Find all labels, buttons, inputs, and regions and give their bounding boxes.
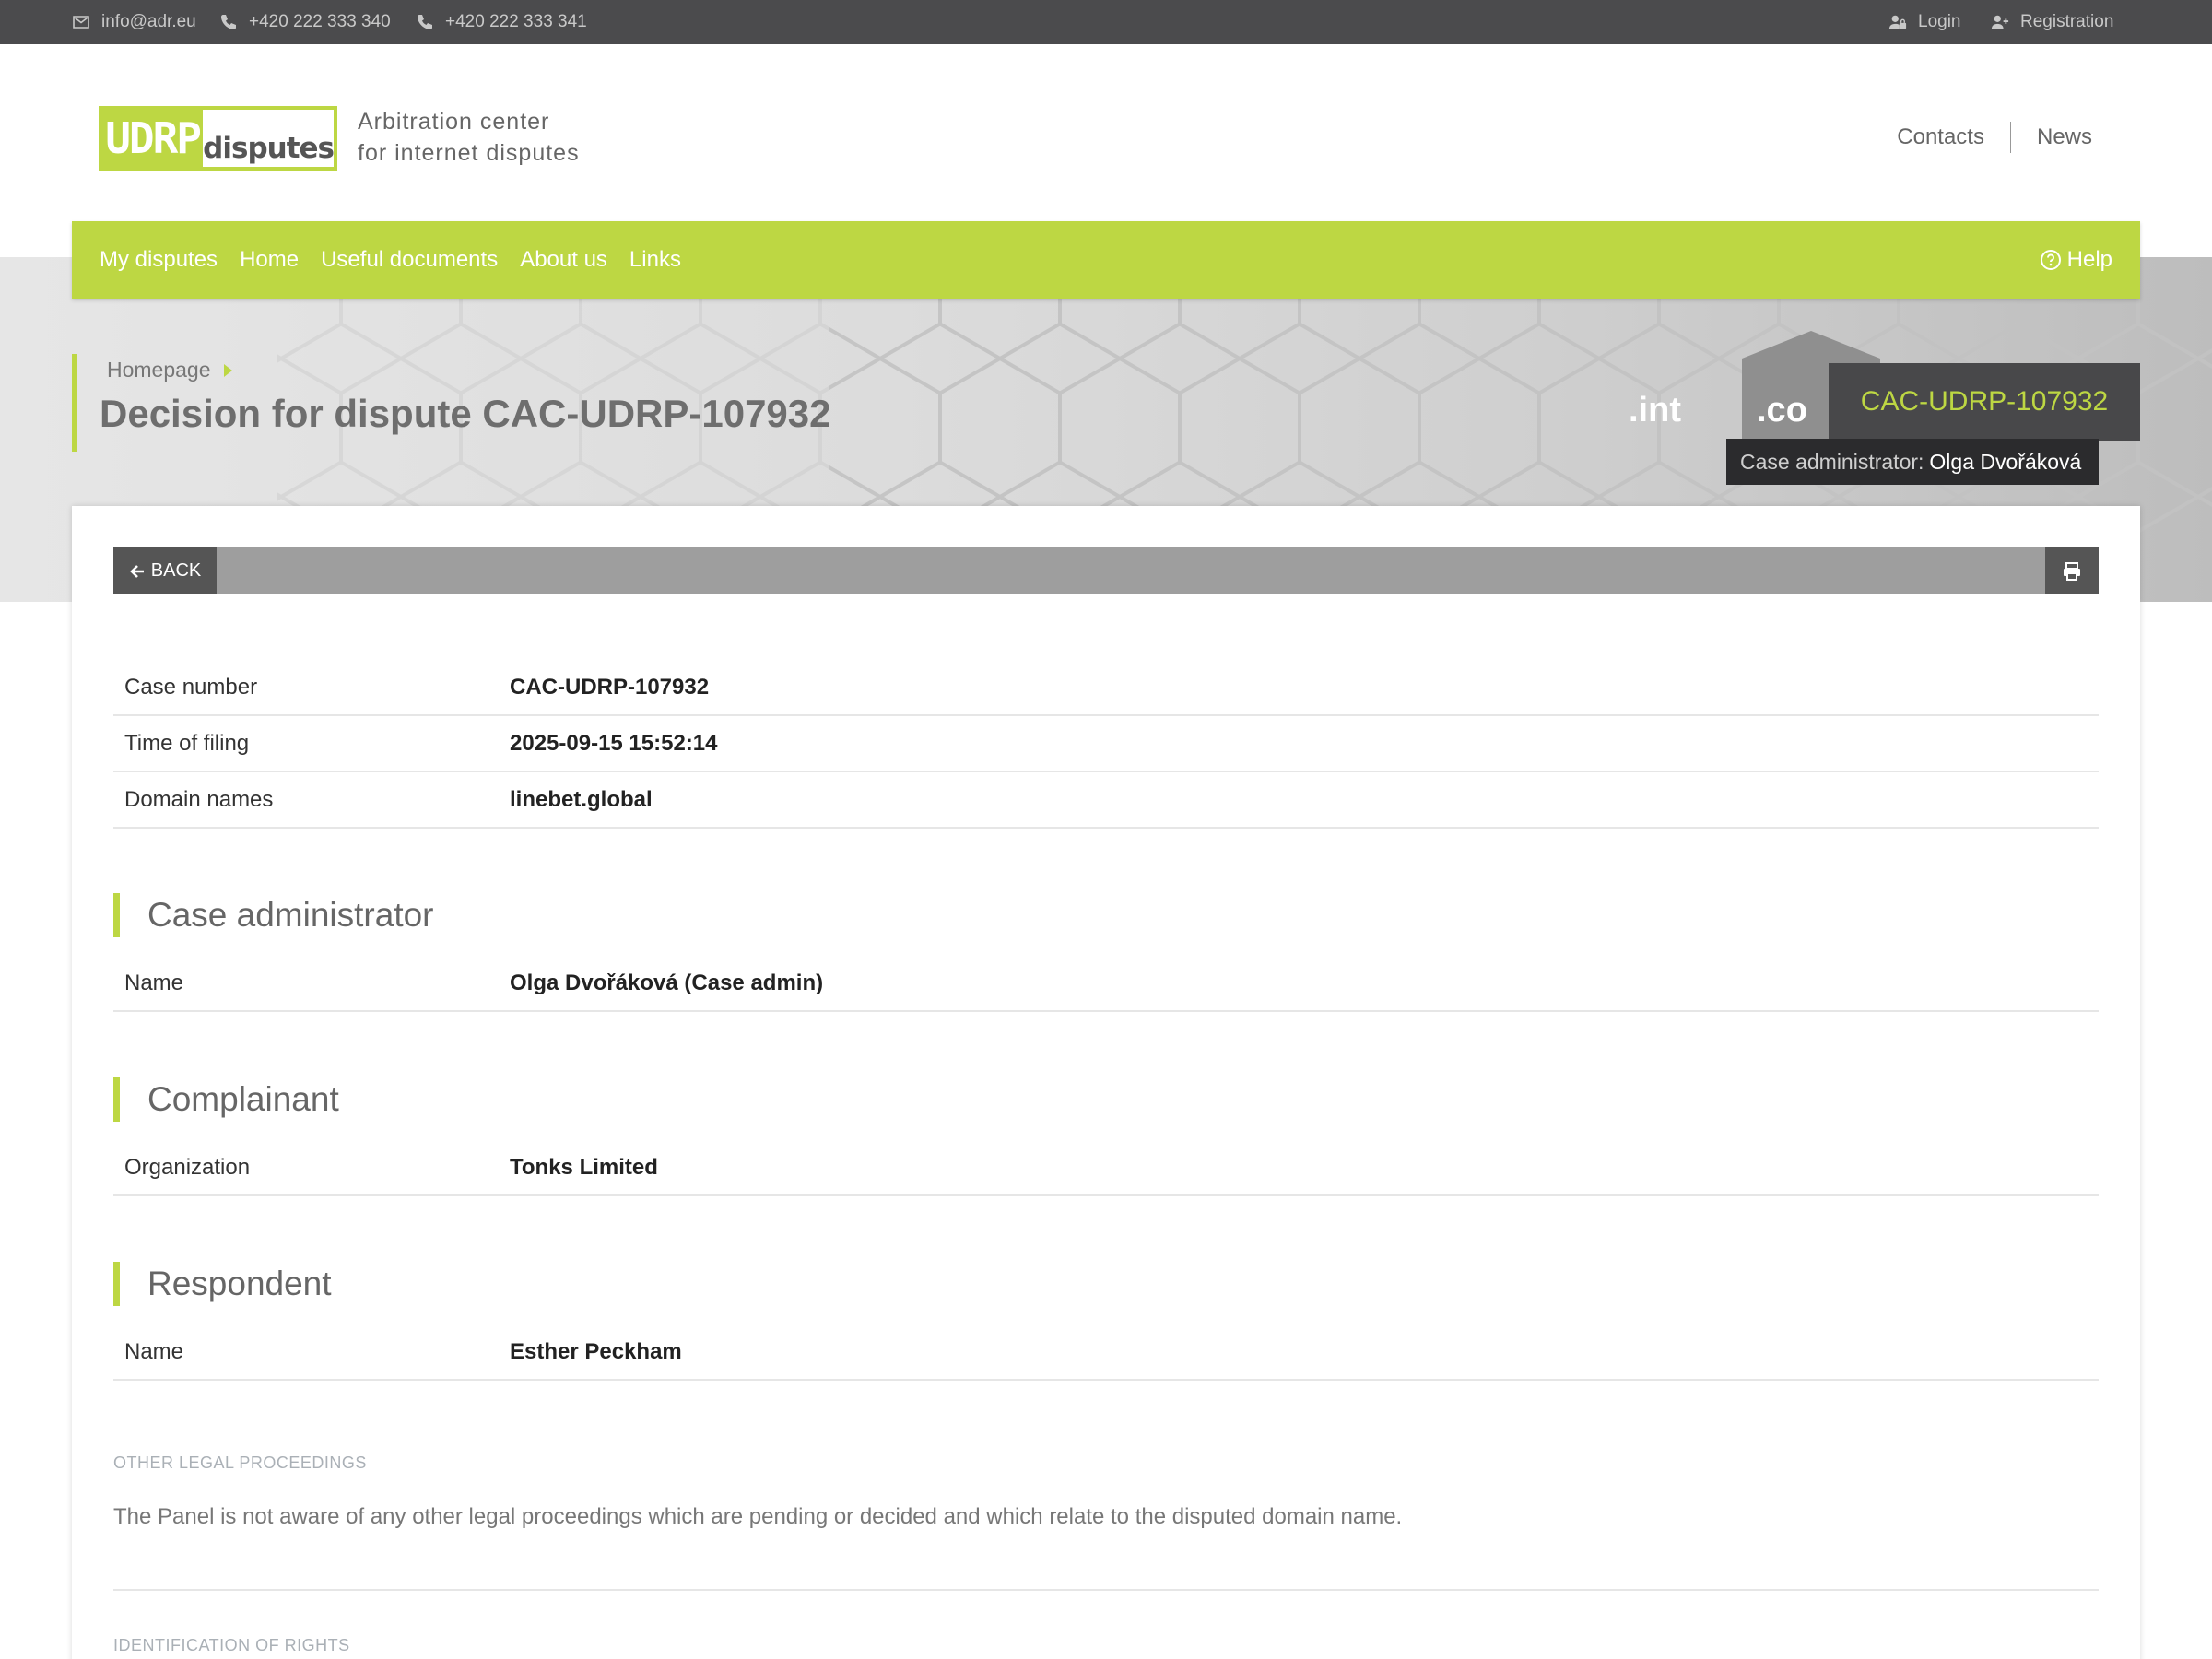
registration-link[interactable]: Registration xyxy=(1991,0,2113,44)
complainant-table: Organization Tonks Limited xyxy=(113,1140,2099,1196)
table-row: Time of filing 2025-09-15 15:52:14 xyxy=(113,716,2099,772)
time-of-filing-value: 2025-09-15 15:52:14 xyxy=(510,730,718,756)
hero-int-label: .int xyxy=(1629,391,1681,429)
case-admin-label: Case administrator: xyxy=(1740,449,1924,474)
case-admin-box: Case administrator: Olga Dvořáková xyxy=(1726,439,2099,485)
back-button[interactable]: BACK xyxy=(113,547,217,594)
registration-text: Registration xyxy=(2020,12,2114,31)
help-label: Help xyxy=(2066,247,2112,272)
logo-udrp-text: UDRP xyxy=(105,113,202,163)
organization-value: Tonks Limited xyxy=(510,1154,658,1180)
back-label: BACK xyxy=(150,560,202,581)
site-tagline: Arbitration center for internet disputes xyxy=(358,106,580,169)
phone2-link[interactable]: +420 222 333 341 xyxy=(416,0,587,44)
header-links: Contacts News xyxy=(1897,122,2092,153)
nav-home[interactable]: Home xyxy=(240,247,299,273)
login-text: Login xyxy=(1918,12,1961,31)
table-row: Organization Tonks Limited xyxy=(113,1140,2099,1196)
logo-disputes-text: disputes xyxy=(203,110,335,167)
time-of-filing-label: Time of filing xyxy=(124,730,250,756)
respondent-name-value: Esther Peckham xyxy=(510,1338,682,1364)
hero-com-label: .co xyxy=(1757,391,1807,429)
caret-right-icon xyxy=(223,363,232,377)
tagline-line1: Arbitration center xyxy=(358,109,550,135)
section-divider xyxy=(113,1589,2099,1591)
nav-my-disputes[interactable]: My disputes xyxy=(100,247,218,273)
page-title: Decision for dispute CAC-UDRP-107932 xyxy=(100,392,831,435)
tagline-line2: for internet disputes xyxy=(358,140,580,166)
envelope-icon xyxy=(73,16,89,29)
breadcrumb-homepage[interactable]: Homepage xyxy=(107,358,211,382)
print-button[interactable] xyxy=(2045,547,2099,594)
respondent-heading: Respondent xyxy=(113,1262,332,1306)
table-row: Name Olga Dvořáková (Case admin) xyxy=(113,956,2099,1012)
nav-links[interactable]: Links xyxy=(629,247,681,273)
respondent-name-label: Name xyxy=(124,1338,184,1364)
nav-about-us[interactable]: About us xyxy=(520,247,607,273)
admin-name-label: Name xyxy=(124,970,184,995)
contacts-link[interactable]: Contacts xyxy=(1897,124,1984,150)
news-link[interactable]: News xyxy=(2037,124,2092,150)
table-row: Domain names linebet.global xyxy=(113,772,2099,829)
main-nav: My disputes Home Useful documents About … xyxy=(72,221,2140,299)
login-link[interactable]: Login xyxy=(1888,0,1961,44)
domain-names-value: linebet.global xyxy=(510,786,653,812)
help-link[interactable]: Help xyxy=(2040,247,2112,273)
breadcrumb: Homepage xyxy=(107,358,831,382)
case-number-value: CAC-UDRP-107932 xyxy=(510,674,710,700)
phone1-link[interactable]: +420 222 333 340 xyxy=(219,0,391,44)
case-administrator-table: Name Olga Dvořáková (Case admin) xyxy=(113,956,2099,1012)
user-lock-icon xyxy=(1888,15,1907,29)
complainant-heading: Complainant xyxy=(113,1077,339,1122)
case-number-badge: CAC-UDRP-107932 xyxy=(1829,363,2140,441)
header-link-divider xyxy=(2009,122,2011,153)
page-heading: Homepage Decision for dispute CAC-UDRP-1… xyxy=(72,354,831,452)
table-row: Name Esther Peckham xyxy=(113,1324,2099,1381)
email-text: info@adr.eu xyxy=(101,12,196,31)
identification-of-rights-heading: IDENTIFICATION OF RIGHTS xyxy=(113,1636,350,1654)
arrow-left-icon xyxy=(129,564,144,578)
user-plus-icon xyxy=(1991,15,2009,29)
udrp-logo[interactable]: UDRP disputes xyxy=(99,106,337,171)
email-link[interactable]: info@adr.eu xyxy=(72,0,196,44)
case-number-label: Case number xyxy=(124,674,258,700)
phone2-text: +420 222 333 341 xyxy=(445,12,587,31)
print-icon xyxy=(2064,561,2080,581)
organization-label: Organization xyxy=(124,1154,251,1180)
respondent-table: Name Esther Peckham xyxy=(113,1324,2099,1381)
action-toolbar: BACK xyxy=(113,547,2099,594)
phone-icon xyxy=(221,15,236,29)
nav-useful-documents[interactable]: Useful documents xyxy=(321,247,498,273)
phone1-text: +420 222 333 340 xyxy=(249,12,391,31)
question-circle-icon xyxy=(2040,250,2061,270)
admin-name-value: Olga Dvořáková (Case admin) xyxy=(510,970,824,995)
phone-icon xyxy=(418,15,432,29)
case-administrator-heading: Case administrator xyxy=(113,893,434,937)
domain-names-label: Domain names xyxy=(124,786,274,812)
other-legal-proceedings-heading: OTHER LEGAL PROCEEDINGS xyxy=(113,1453,367,1472)
table-row: Case number CAC-UDRP-107932 xyxy=(113,660,2099,716)
other-legal-proceedings-text: The Panel is not aware of any other lega… xyxy=(113,1504,1403,1529)
case-info-table: Case number CAC-UDRP-107932 Time of fili… xyxy=(113,660,2099,829)
content-card: BACK Case number CAC-UDRP-107932 Time of… xyxy=(72,506,2140,1659)
case-admin-name: Olga Dvořáková xyxy=(1929,449,2082,474)
top-bar: info@adr.eu +420 222 333 340 +420 222 33… xyxy=(0,0,2212,44)
